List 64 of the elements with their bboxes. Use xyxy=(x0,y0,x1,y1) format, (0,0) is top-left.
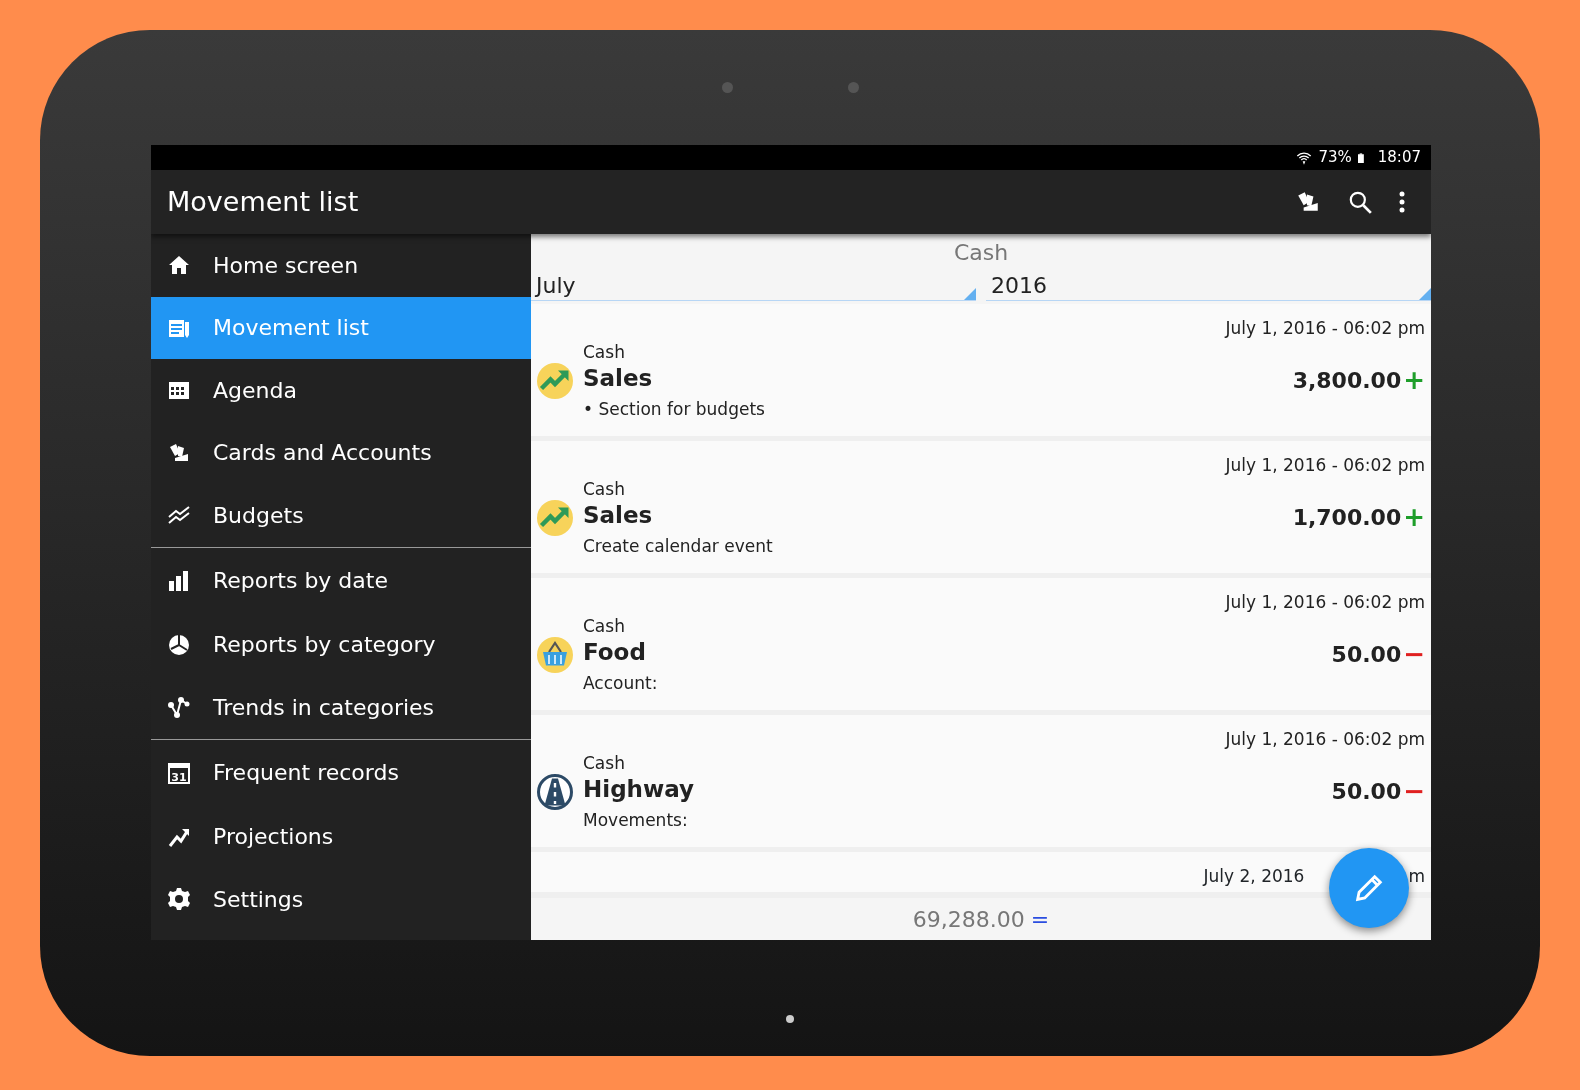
nav-item[interactable]: Reports by date xyxy=(151,547,531,614)
dropdown[interactable]: July xyxy=(531,269,976,301)
movement-row[interactable]: July 1, 2016 - 06:02 pm Cash Sales Create calendar event 1,700.00+ xyxy=(531,441,1431,573)
nav-item[interactable]: Agenda xyxy=(151,359,531,422)
category-name: Food xyxy=(583,639,647,667)
trend-up-icon xyxy=(537,499,573,536)
date-time: July 2, 2016 xyxy=(1203,865,1305,888)
calendar-icon: 31 xyxy=(167,760,191,785)
battery-percent: 73% xyxy=(1318,147,1352,169)
movement-note: Account: xyxy=(583,671,659,695)
date-time: July 1, 2016 - 06:02 pm xyxy=(1223,591,1425,614)
sign-mark: + xyxy=(1403,501,1425,535)
date-time: July 1, 2016 - 06:02 pm xyxy=(1223,728,1425,751)
category-name: Sales xyxy=(583,502,654,530)
sensor-dot xyxy=(721,82,733,93)
amount: 50.00 xyxy=(1331,641,1402,670)
amount: 50.00 xyxy=(1331,778,1402,807)
clock: 18:07 xyxy=(1377,147,1421,169)
amount: 1,700.00 xyxy=(1292,504,1402,533)
movement-row[interactable]: July 1, 2016 - 06:02 pm Cash Highway Movements: 50.00− xyxy=(531,715,1431,847)
account-name: Cash xyxy=(583,751,626,775)
sign-mark: + xyxy=(1403,364,1425,398)
account-name: Cash xyxy=(583,477,626,501)
node-graph-icon xyxy=(167,695,191,720)
search-icon xyxy=(1347,189,1373,215)
dropdown-corner-icon xyxy=(1419,288,1431,300)
equals-mark: = xyxy=(1030,905,1050,934)
sign-mark: − xyxy=(1403,775,1425,809)
movement-note: Create calendar event xyxy=(583,534,774,558)
camera-lens xyxy=(847,82,859,93)
pie-chart-icon xyxy=(167,632,191,657)
movement-row[interactable]: July 1, 2016 - 06:02 pm Cash Sales • Section for budgets 3,800.00+ xyxy=(531,304,1431,436)
nav-item[interactable]: Cards and Accounts xyxy=(151,421,531,484)
road-sign-icon xyxy=(537,773,573,810)
basket-icon xyxy=(537,636,573,673)
settings-icon xyxy=(167,887,191,912)
trend-up-icon xyxy=(537,362,573,399)
category-name: Sales xyxy=(583,365,654,393)
nav-item[interactable]: Budgets xyxy=(151,484,531,547)
date-fragment: m xyxy=(1408,865,1425,888)
account-name: Cash xyxy=(583,340,626,364)
dropdown[interactable]: 2016 xyxy=(986,269,1431,301)
indicator-dot xyxy=(786,1015,794,1023)
nav-item[interactable]: Settings xyxy=(151,868,531,931)
account-title: Cash xyxy=(952,239,1010,267)
app-title: Movement list xyxy=(167,184,360,219)
nav-item[interactable]: Projections xyxy=(151,805,531,868)
movement-row[interactable]: July 1, 2016 - 06:02 pm Cash Food Account: 50.00− xyxy=(531,578,1431,710)
total-amount: 69,288.00 xyxy=(912,905,1025,934)
movement-note: • Section for budgets xyxy=(583,397,766,421)
bar-chart-icon xyxy=(167,568,191,593)
nav-item[interactable]: 31 Frequent records xyxy=(151,739,531,806)
nav-item[interactable]: Home screen xyxy=(151,234,531,297)
date-time: July 1, 2016 - 06:02 pm xyxy=(1223,454,1425,477)
nav-item[interactable]: Reports by category xyxy=(151,613,531,676)
account-name: Cash xyxy=(583,614,626,638)
category-name: Highway xyxy=(583,776,696,804)
dropdown-corner-icon xyxy=(964,288,976,300)
nav-item[interactable]: Trends in categories xyxy=(151,676,531,739)
date-time: July 1, 2016 - 06:02 pm xyxy=(1223,317,1425,340)
more-icon xyxy=(1399,190,1405,214)
movement-note: Movements: xyxy=(583,808,689,832)
sign-mark: − xyxy=(1403,638,1425,672)
amount: 3,800.00 xyxy=(1292,367,1402,396)
